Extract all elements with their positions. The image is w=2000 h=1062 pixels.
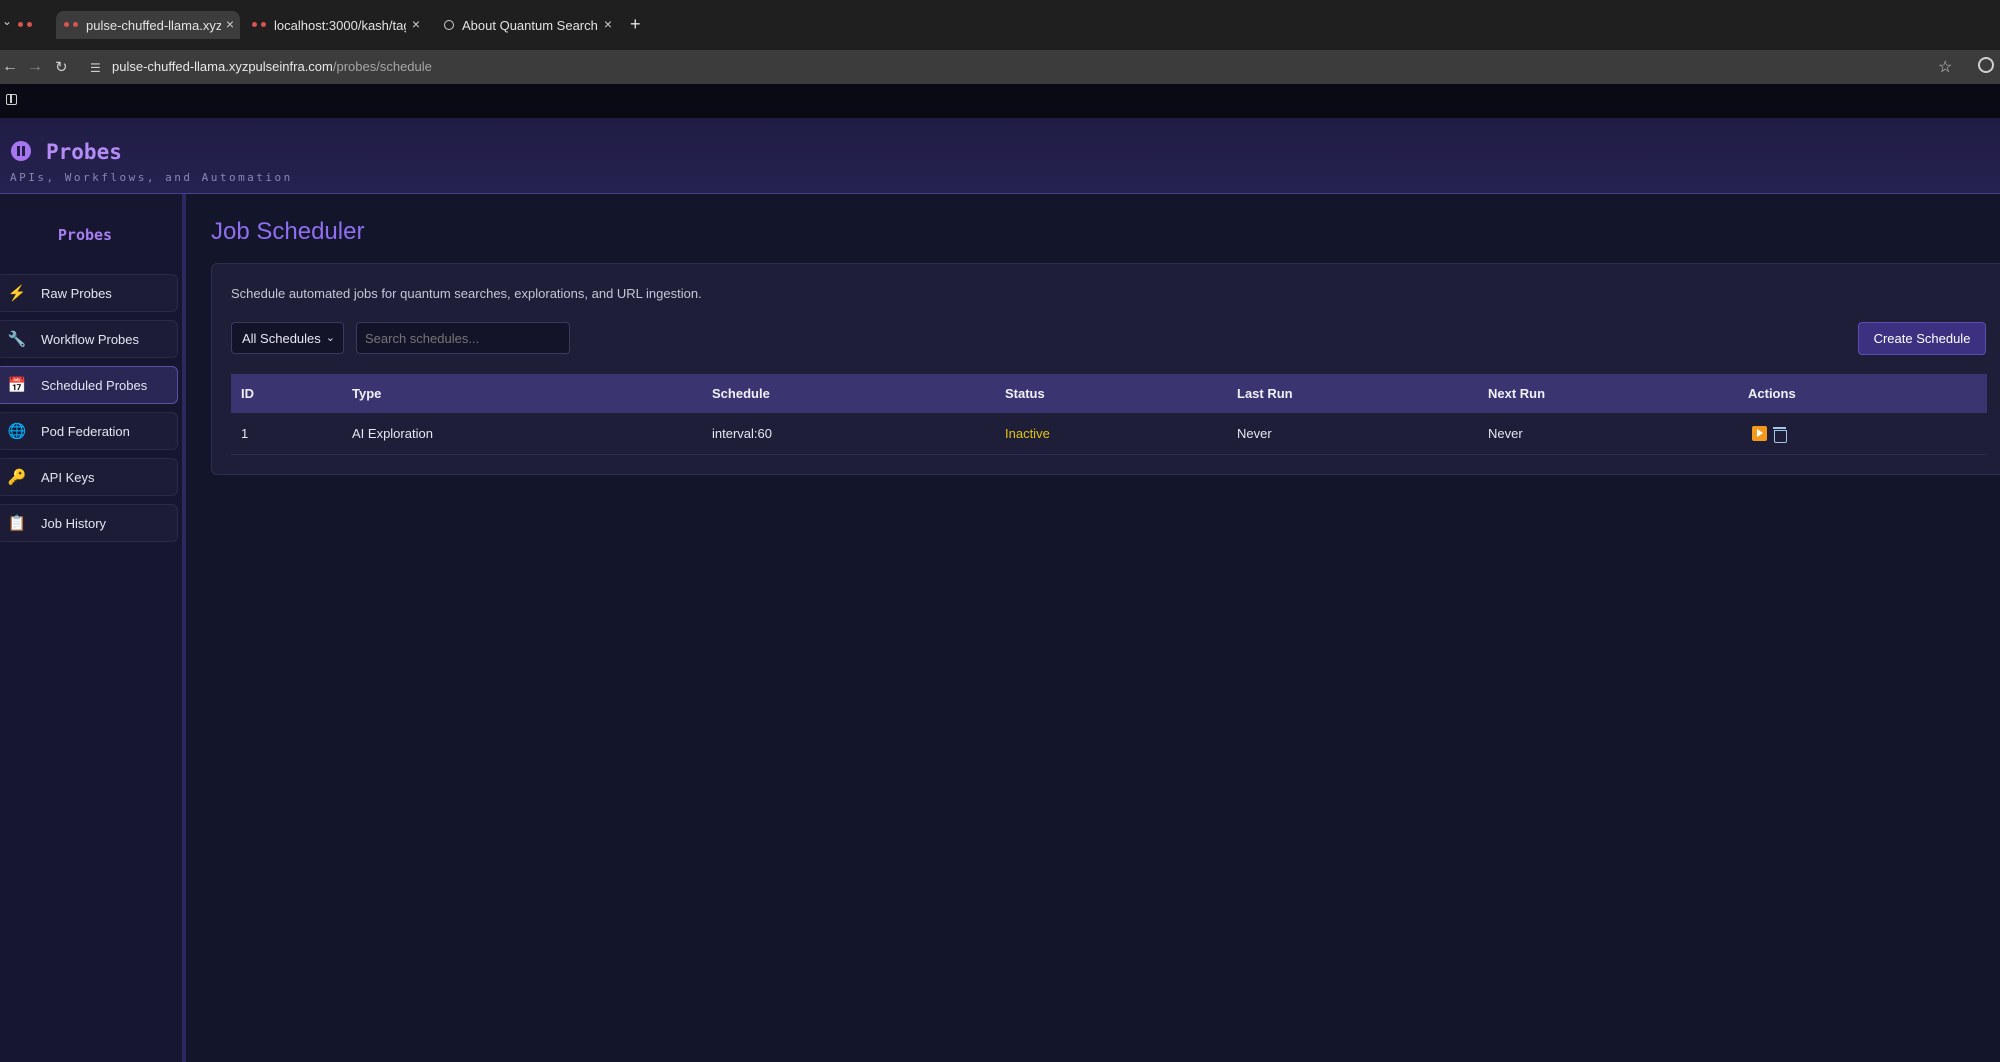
tab-title: pulse-chuffed-llama.xyz [86,17,221,33]
sidebar-item-raw-probes[interactable]: ⚡ Raw Probes [0,274,178,312]
cell-schedule: interval:60 [712,426,772,441]
wrench-icon: 🔧 [7,331,27,348]
calendar-icon: 📅 [7,377,27,394]
globe-icon: 🌐 [7,423,27,440]
tab-favicon-icon [444,20,454,30]
side-panel-icon[interactable] [6,94,17,105]
forward-icon[interactable]: → [27,58,43,76]
cell-next-run: Never [1488,426,1523,441]
clipboard-icon: 📋 [7,515,27,532]
scheduler-description: Schedule automated jobs for quantum sear… [231,286,702,301]
new-tab-icon[interactable]: + [630,14,641,35]
table-header: ID Type Schedule Status Last Run Next Ru… [231,374,1987,413]
tab-favicon-icon [18,21,32,29]
tab-close-icon[interactable]: × [604,16,612,32]
sidebar-item-label: Raw Probes [41,285,112,301]
schedules-table: ID Type Schedule Status Last Run Next Ru… [231,374,1987,455]
sidebar-item-api-keys[interactable]: 🔑 API Keys [0,458,178,496]
header-next-run: Next Run [1488,386,1546,401]
browser-tab-about[interactable]: About Quantum Search × [436,11,618,39]
create-schedule-button[interactable]: Create Schedule [1858,322,1986,355]
run-play-icon[interactable] [1752,426,1767,442]
sidebar-item-label: Pod Federation [41,423,130,439]
pause-logo-icon [11,141,31,161]
app-title: Probes [46,140,122,164]
browser-tab-pinned[interactable] [18,11,54,39]
cell-last-run: Never [1237,426,1272,441]
filter-selected-value: All Schedules [242,330,321,346]
tab-favicon-icon [252,21,266,29]
sidebar-item-workflow-probes[interactable]: 🔧 Workflow Probes [0,320,178,358]
address-bar: ← → ↻ ☰ pulse-chuffed-llama.xyzpulseinfr… [0,50,2000,84]
sidebar-item-pod-federation[interactable]: 🌐 Pod Federation [0,412,178,450]
cell-type: AI Exploration [352,426,433,441]
scheduler-card: Schedule automated jobs for quantum sear… [211,263,2000,475]
browser-tab-localhost[interactable]: localhost:3000/kash/tag × [246,11,426,39]
header-schedule: Schedule [712,386,770,401]
search-schedules-input[interactable] [356,322,570,354]
schedule-filter-select[interactable]: All Schedules ⌄ [231,322,344,354]
url-path: /probes/schedule [332,59,432,74]
sidebar-item-label: Scheduled Probes [41,377,148,393]
lightning-icon: ⚡ [7,285,27,302]
tab-favicon-icon [64,21,78,29]
url-field[interactable]: pulse-chuffed-llama.xyzpulseinfra.com/pr… [112,59,432,74]
header-actions: Actions [1748,386,1796,401]
tab-close-icon[interactable]: × [412,16,420,32]
profile-icon[interactable] [1978,57,1994,73]
browser-tab-active[interactable]: pulse-chuffed-llama.xyz × [56,11,240,39]
side-panel-bar [0,84,2000,118]
cell-id: 1 [241,426,249,441]
status-badge: Inactive [1005,426,1050,441]
tab-title: localhost:3000/kash/tag [274,17,406,33]
sidebar-item-scheduled-probes[interactable]: 📅 Scheduled Probes [0,366,178,404]
bookmark-star-icon[interactable]: ☆ [1938,57,1952,77]
header-status: Status [1005,386,1045,401]
app-subtitle: APIs, Workflows, and Automation [10,171,293,184]
site-settings-icon[interactable]: ☰ [90,61,101,75]
header-type: Type [352,386,382,401]
tab-close-icon[interactable]: × [226,16,234,32]
header-id: ID [241,386,254,401]
sidebar-item-label: Job History [41,515,107,531]
app-header: Probes APIs, Workflows, and Automation [0,118,2000,194]
header-last-run: Last Run [1237,386,1293,401]
table-row: 1 AI Exploration interval:60 Inactive Ne… [231,413,1987,455]
key-icon: 🔑 [7,469,27,486]
page-title: Job Scheduler [211,218,365,245]
tab-list-chevron-icon[interactable]: ⌄ [2,14,12,28]
reload-icon[interactable]: ↻ [55,58,68,76]
url-host: pulse-chuffed-llama.xyzpulseinfra.com [112,59,333,74]
tab-title: About Quantum Search [462,17,598,33]
browser-tab-bar: ⌄ pulse-chuffed-llama.xyz × localhost:30… [0,0,2000,50]
sidebar-heading: Probes [57,226,113,244]
delete-trash-icon[interactable] [1772,426,1787,444]
chevron-down-icon: ⌄ [325,332,335,344]
sidebar-item-job-history[interactable]: 📋 Job History [0,504,178,542]
sidebar: Probes ⚡ Raw Probes 🔧 Workflow Probes 📅 … [0,194,186,1062]
sidebar-item-label: Workflow Probes [41,331,140,347]
back-icon[interactable]: ← [2,58,18,76]
sidebar-item-label: API Keys [41,469,95,485]
row-actions [1752,425,1792,444]
